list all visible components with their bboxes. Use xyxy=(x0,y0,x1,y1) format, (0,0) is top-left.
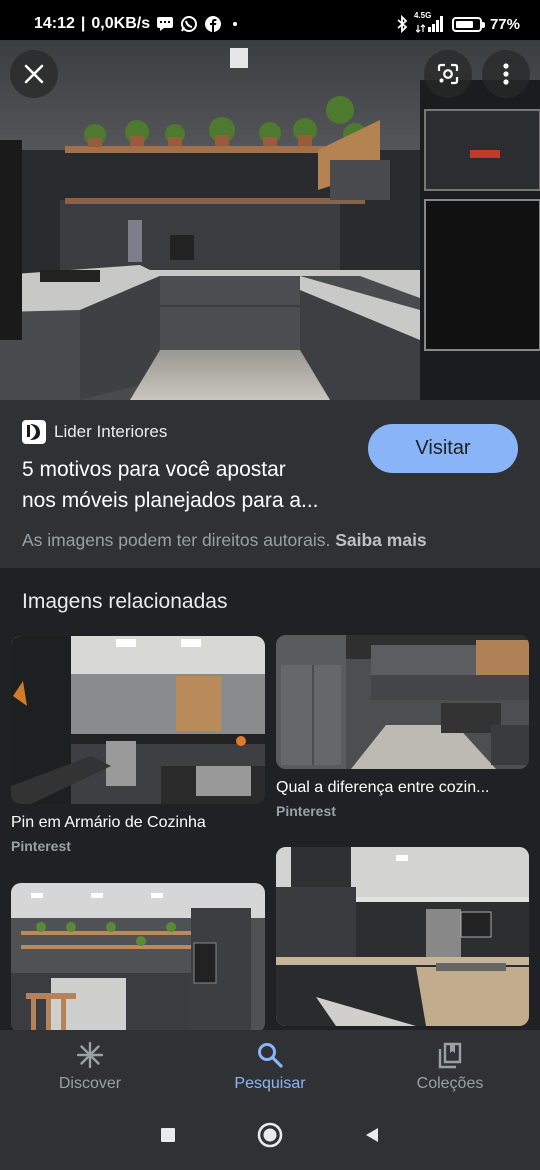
system-navigation-bar xyxy=(0,1104,540,1170)
source-name: Lider Interiores xyxy=(54,422,168,441)
nav-search[interactable]: Pesquisar xyxy=(180,1030,360,1104)
learn-more-link[interactable]: Saiba mais xyxy=(335,530,426,550)
divider: | xyxy=(80,15,86,32)
battery-icon xyxy=(451,16,485,32)
bottom-navigation: Discover Pesquisar Coleções xyxy=(0,1030,540,1104)
related-image-title: Pin em Armário de Cozinha xyxy=(11,814,206,831)
title-line-2: nos móveis planejados para a... xyxy=(22,489,319,512)
collections-bookmark-icon xyxy=(438,1042,462,1069)
visit-button[interactable]: Visitar xyxy=(368,424,518,473)
bluetooth-icon xyxy=(396,15,408,33)
more-options-button[interactable] xyxy=(482,50,530,98)
battery-percent: 77% xyxy=(489,15,520,33)
lens-button[interactable] xyxy=(424,50,472,98)
related-image-thumbnail xyxy=(11,883,265,1030)
copyright-notice: As imagens podem ter direitos autorais. … xyxy=(22,530,427,551)
related-image-card[interactable]: Qual a diferença entre cozin... Pinteres… xyxy=(276,635,529,819)
related-images-heading: Imagens relacionadas xyxy=(22,590,228,613)
battery-level xyxy=(455,20,473,28)
search-icon xyxy=(258,1043,283,1068)
discover-asterisk-icon xyxy=(76,1041,104,1069)
back-button[interactable] xyxy=(362,1125,382,1150)
home-button[interactable] xyxy=(256,1121,284,1154)
hero-image[interactable] xyxy=(0,40,540,400)
related-image-thumbnail xyxy=(276,847,529,1026)
close-button[interactable] xyxy=(10,50,58,98)
related-image-thumbnail xyxy=(276,635,529,769)
google-lens-icon xyxy=(437,63,459,85)
related-image-source: Pinterest xyxy=(276,803,336,819)
nav-discover-label: Discover xyxy=(58,1075,122,1092)
whatsapp-icon xyxy=(180,15,198,33)
related-image-card[interactable]: Pin em Armário de Cozinha Pinterest xyxy=(11,636,265,854)
nav-collections-label: Coleções xyxy=(416,1075,484,1092)
close-icon xyxy=(24,64,44,84)
source-row[interactable]: Lider Interiores xyxy=(22,420,167,444)
clock: 14:12 xyxy=(34,15,75,32)
signal-icon: 4.5G xyxy=(414,11,444,33)
message-icon xyxy=(156,16,174,32)
recents-square-icon xyxy=(161,1127,175,1142)
source-logo-icon xyxy=(22,420,46,444)
result-info: Lider Interiores 5 motivos para você apo… xyxy=(0,400,540,568)
title-line-1: 5 motivos para você apostar xyxy=(22,458,286,481)
notification-dot-icon xyxy=(228,17,242,31)
related-image-thumbnail xyxy=(11,636,265,804)
network-type: 4.5G xyxy=(413,11,432,20)
more-vert-icon xyxy=(503,63,509,85)
result-title[interactable]: 5 motivos para você apostar nos móveis p… xyxy=(22,454,362,516)
copyright-text: As imagens podem ter direitos autorais. xyxy=(22,530,331,550)
related-image-card[interactable] xyxy=(11,883,265,1030)
back-triangle-icon xyxy=(366,1127,378,1142)
facebook-icon xyxy=(204,15,222,33)
nav-search-label: Pesquisar xyxy=(234,1075,306,1092)
nav-discover[interactable]: Discover xyxy=(0,1030,180,1104)
nav-collections[interactable]: Coleções xyxy=(360,1030,540,1104)
network-speed: 0,0KB/s xyxy=(91,15,151,32)
related-image-card[interactable] xyxy=(276,847,529,1030)
home-circle-icon xyxy=(257,1122,283,1147)
related-image-source: Pinterest xyxy=(11,838,71,854)
recents-button[interactable] xyxy=(158,1125,178,1150)
related-image-title: Qual a diferença entre cozin... xyxy=(276,779,490,796)
related-images-section: Imagens relacionadas Pin em Armário de C… xyxy=(0,568,540,1030)
